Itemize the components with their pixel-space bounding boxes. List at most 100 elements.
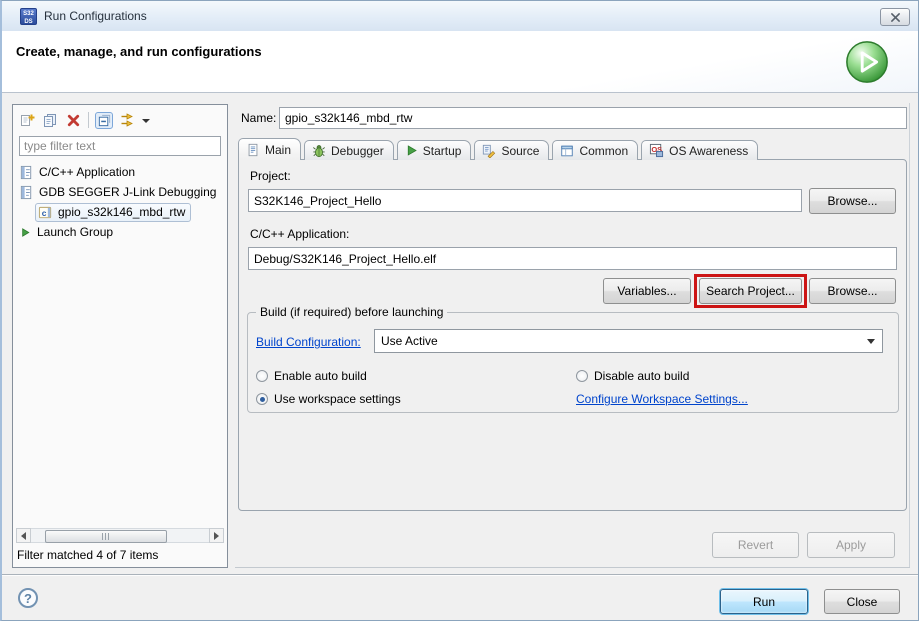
arrow-left-icon — [21, 532, 26, 540]
run-configurations-dialog: S32 DS Run Configurations Create, manage… — [0, 0, 919, 621]
selected-item-highlight: c gpio_s32k146_mbd_rtw — [35, 203, 191, 222]
tab-debugger[interactable]: Debugger — [304, 140, 394, 160]
os-awareness-tab-icon: OS — [649, 143, 664, 158]
configure-workspace-settings-link[interactable]: Configure Workspace Settings... — [576, 392, 748, 406]
tree-item-gdb-segger-jlink[interactable]: GDB SEGGER J-Link Debugging — [13, 182, 227, 202]
window-close-button[interactable] — [880, 8, 910, 26]
tab-os-awareness[interactable]: OS OS Awareness — [641, 140, 758, 160]
tree-item-launch-group[interactable]: Launch Group — [13, 222, 227, 242]
filter-box — [19, 136, 221, 156]
application-browse-button[interactable]: Browse... — [809, 278, 896, 304]
delete-configuration-button[interactable] — [64, 112, 82, 129]
project-input[interactable] — [248, 189, 802, 212]
name-input[interactable] — [279, 107, 907, 129]
tree-item-label: C/C++ Application — [39, 165, 135, 179]
close-icon — [890, 13, 901, 22]
svg-text:c: c — [42, 207, 47, 217]
tree-item-gpio-s32k146-mbd-rtw[interactable]: c gpio_s32k146_mbd_rtw — [13, 202, 227, 222]
filter-icon — [119, 113, 135, 127]
tab-label: Common — [579, 144, 628, 158]
disable-auto-build-option[interactable]: Disable auto build — [576, 369, 689, 383]
build-before-launch-group: Build (if required) before launching Bui… — [247, 312, 899, 413]
tab-label: Startup — [423, 144, 462, 158]
run-sphere-icon — [844, 39, 890, 85]
combo-selected-value: Use Active — [381, 334, 438, 348]
tab-label: Debugger — [331, 144, 384, 158]
dialog-body: C/C++ Application GDB SEGGER J-Link Debu… — [2, 93, 918, 574]
revert-button[interactable]: Revert — [712, 532, 799, 558]
main-tab-icon — [246, 143, 260, 157]
scrollbar-track[interactable] — [31, 528, 209, 543]
tab-source[interactable]: Source — [474, 140, 549, 160]
panel-bottom-border — [235, 567, 910, 568]
main-tab-content: Project: Browse... C/C++ Application: Va… — [238, 159, 907, 511]
launch-config-tree: C/C++ Application GDB SEGGER J-Link Debu… — [13, 159, 227, 526]
tree-item-label: Launch Group — [37, 225, 113, 239]
use-workspace-settings-option[interactable]: Use workspace settings — [256, 392, 401, 406]
tab-label: Main — [265, 143, 291, 157]
collapse-all-icon — [97, 113, 112, 128]
tab-common[interactable]: Common — [552, 140, 638, 160]
duplicate-configuration-button[interactable] — [41, 112, 59, 129]
search-project-button[interactable]: Search Project... — [699, 278, 802, 304]
radio-label: Use workspace settings — [274, 392, 401, 406]
help-icon: ? — [24, 591, 32, 606]
project-label: Project: — [250, 169, 291, 183]
radio-label: Enable auto build — [274, 369, 367, 383]
common-tab-icon — [560, 144, 574, 158]
horizontal-scrollbar[interactable] — [16, 528, 224, 543]
enable-auto-build-radio[interactable] — [256, 370, 268, 382]
collapse-all-button[interactable] — [95, 112, 113, 129]
grip-icon — [102, 533, 111, 540]
combo-dropdown-icon — [867, 339, 875, 344]
filter-input[interactable] — [19, 136, 221, 156]
s32ds-app-icon: S32 DS — [20, 8, 37, 25]
close-button[interactable]: Close — [824, 589, 900, 614]
tab-main[interactable]: Main — [238, 138, 301, 160]
tab-label: Source — [501, 144, 539, 158]
tree-toolbar — [13, 105, 227, 133]
disable-auto-build-radio[interactable] — [576, 370, 588, 382]
project-browse-button[interactable]: Browse... — [809, 188, 896, 214]
new-config-icon — [19, 112, 35, 128]
build-configuration-link[interactable]: Build Configuration: — [256, 335, 361, 349]
run-button[interactable]: Run — [720, 589, 808, 614]
chevron-down-icon — [142, 119, 150, 123]
filter-status-text: Filter matched 4 of 7 items — [13, 543, 227, 567]
window-title: Run Configurations — [44, 9, 147, 23]
apply-button[interactable]: Apply — [807, 532, 895, 558]
filter-launch-configurations-button[interactable] — [118, 112, 136, 129]
tree-item-label: GDB SEGGER J-Link Debugging — [39, 185, 216, 199]
config-tab-folder: Main Debugger Startup — [238, 138, 907, 511]
run-config-type-icon — [19, 185, 34, 200]
delete-icon — [66, 113, 81, 128]
use-workspace-settings-radio[interactable] — [256, 393, 268, 405]
app-badge-bottom: DS — [21, 18, 36, 26]
radio-label: Disable auto build — [594, 369, 689, 383]
scroll-right-button[interactable] — [209, 528, 224, 543]
debugger-tab-icon — [312, 144, 326, 158]
tab-bar: Main Debugger Startup — [238, 138, 907, 160]
tab-startup[interactable]: Startup — [397, 140, 472, 160]
tree-item-cpp-application[interactable]: C/C++ Application — [13, 162, 227, 182]
panel-right-border — [909, 103, 910, 568]
variables-button[interactable]: Variables... — [603, 278, 691, 304]
application-label: C/C++ Application: — [250, 227, 349, 241]
launch-group-expander-icon[interactable] — [19, 226, 32, 239]
duplicate-icon — [42, 112, 58, 128]
toolbar-separator — [88, 112, 89, 128]
arrow-right-icon — [214, 532, 219, 540]
name-label: Name: — [241, 111, 276, 125]
source-tab-icon — [482, 144, 496, 158]
tab-label: OS Awareness — [669, 144, 748, 158]
scroll-left-button[interactable] — [16, 528, 31, 543]
build-configuration-combo[interactable]: Use Active — [374, 329, 883, 353]
enable-auto-build-option[interactable]: Enable auto build — [256, 369, 367, 383]
new-configuration-button[interactable] — [18, 112, 36, 129]
run-config-type-icon — [19, 165, 34, 180]
application-input[interactable] — [248, 247, 897, 270]
scrollbar-thumb[interactable] — [45, 530, 167, 543]
help-button[interactable]: ? — [18, 588, 38, 608]
dialog-header: Create, manage, and run configurations — [2, 31, 918, 93]
toolbar-menu-button[interactable] — [141, 112, 151, 129]
